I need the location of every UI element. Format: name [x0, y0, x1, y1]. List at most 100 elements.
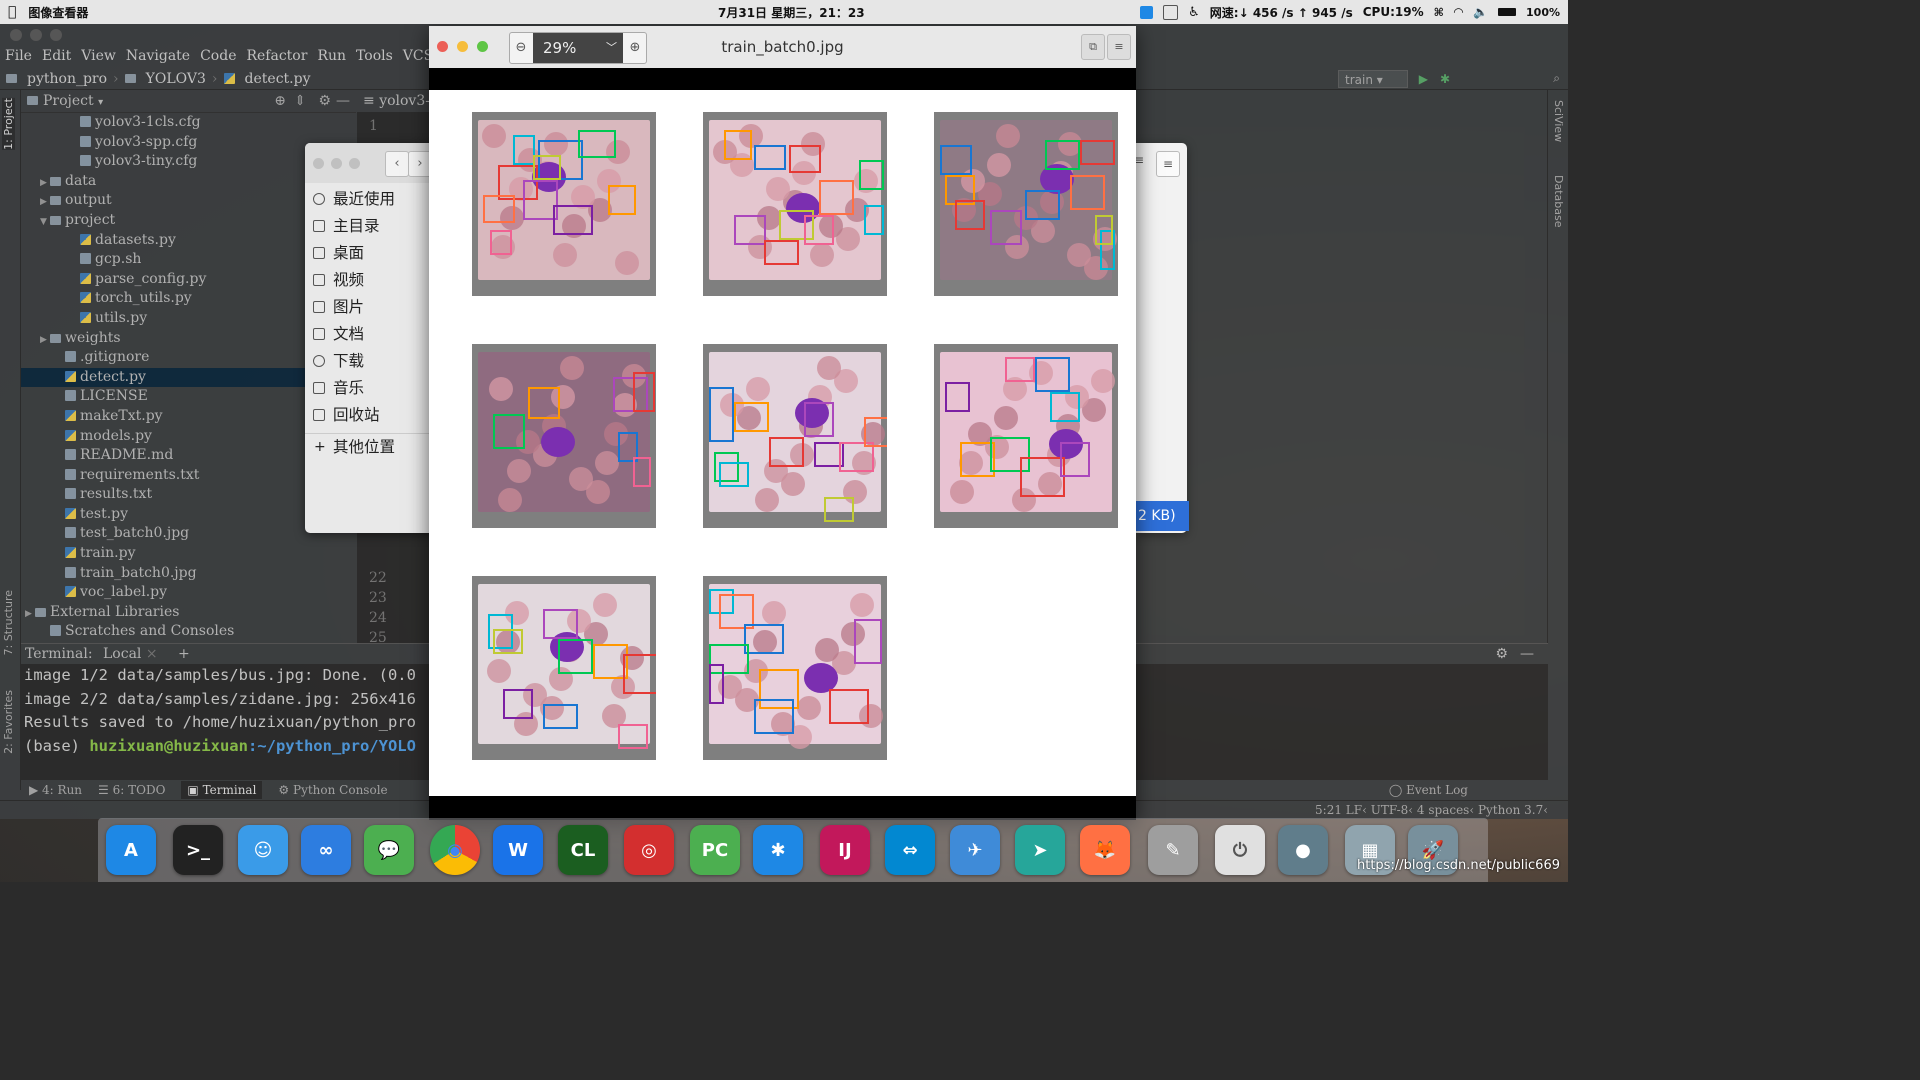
tool-tab-favorites[interactable]: 2: Favorites	[2, 690, 15, 754]
collapse-icon[interactable]: ⇕	[294, 90, 306, 112]
menu-edit[interactable]: Edit	[37, 46, 76, 68]
gear-icon[interactable]: ⚙	[1495, 644, 1508, 664]
terminal-icon[interactable]: >_	[173, 825, 223, 875]
tree-item[interactable]: train.py	[21, 544, 356, 564]
menu-run[interactable]: Run	[312, 46, 351, 68]
maximize-window-button[interactable]	[349, 158, 360, 169]
tool-tab-run[interactable]: ▶ 4: Run	[29, 783, 82, 797]
text-editor-icon[interactable]: ✎	[1148, 825, 1198, 875]
hide-panel-icon[interactable]: —	[1520, 644, 1534, 664]
clion-icon[interactable]: CL	[558, 825, 608, 875]
locate-icon[interactable]: ⊕	[274, 90, 286, 112]
tree-item[interactable]: train_batch0.jpg	[21, 564, 356, 584]
tool-tab-sciview[interactable]: SciView	[1552, 100, 1565, 142]
image-canvas[interactable]	[429, 68, 1136, 820]
zoom-level-select[interactable]: 29% ﹀	[533, 33, 623, 63]
tree-item[interactable]: Scratches and Consoles	[21, 622, 356, 642]
menu-icon[interactable]: ≡	[1107, 34, 1131, 60]
telegram-icon[interactable]: ➤	[1015, 825, 1065, 875]
place-item[interactable]: 回收站	[305, 402, 435, 429]
menu-refactor[interactable]: Refactor	[241, 46, 312, 68]
tree-item[interactable]: voc_label.py	[21, 583, 356, 603]
place-item[interactable]: 文档	[305, 321, 435, 348]
chrome-icon[interactable]: ◉	[430, 825, 480, 875]
tool-tab-todo[interactable]: ☰ 6: TODO	[98, 783, 165, 797]
firefox-icon[interactable]: 🦊	[1080, 825, 1130, 875]
search-icon[interactable]: ⌕	[1553, 71, 1560, 86]
tool-tab-database[interactable]: Database	[1552, 175, 1565, 228]
bluetooth-icon[interactable]	[1140, 5, 1154, 19]
baidu-netdisk-icon[interactable]: ∞	[301, 825, 351, 875]
other-locations[interactable]: + 其他位置	[305, 434, 435, 461]
hide-panel-icon[interactable]: —	[336, 90, 350, 112]
wechat-icon[interactable]: 💬	[364, 825, 414, 875]
place-item[interactable]: 主目录	[305, 213, 435, 240]
battery-icon[interactable]	[1498, 8, 1517, 16]
pycharm-icon[interactable]: PC	[690, 825, 740, 875]
menu-icon[interactable]: ≡	[1156, 151, 1180, 177]
teamviewer-icon[interactable]: ⇔	[885, 825, 935, 875]
tool-tab-structure[interactable]: 7: Structure	[2, 590, 15, 655]
feishu-icon[interactable]: ✈	[950, 825, 1000, 875]
status-info[interactable]: 5:21 LF‹ UTF-8‹ 4 spaces‹ Python 3.7‹	[1315, 803, 1548, 817]
zoom-in-icon[interactable]: ⊕	[624, 33, 646, 63]
place-item[interactable]: 下载	[305, 348, 435, 375]
tool-tab-python-console[interactable]: ⚙ Python Console	[278, 783, 387, 797]
netease-music-icon[interactable]: ◎	[624, 825, 674, 875]
place-item[interactable]: 桌面	[305, 240, 435, 267]
selected-file-size[interactable]: 2 KB)	[1136, 501, 1189, 531]
run-configuration-select[interactable]: train ▾	[1338, 70, 1408, 88]
maximize-window-button[interactable]	[50, 29, 62, 41]
clock[interactable]: 7月31日 星期三，21：23	[718, 4, 865, 21]
intellij-icon[interactable]: IJ	[820, 825, 870, 875]
volume-icon[interactable]: 🔈	[1473, 5, 1488, 19]
tree-item[interactable]: ▶ External Libraries	[21, 603, 356, 623]
breadcrumb-folder[interactable]: YOLOV3	[146, 71, 206, 87]
wps-icon[interactable]: W	[493, 825, 543, 875]
breadcrumb-file[interactable]: detect.py	[245, 71, 311, 87]
input-method-icon[interactable]: ⌘	[1434, 6, 1444, 19]
active-app-name[interactable]: 图像查看器	[28, 4, 88, 21]
tree-item[interactable]: yolov3-1cls.cfg	[21, 113, 356, 133]
avatar-icon[interactable]: ●	[1278, 825, 1328, 875]
place-item[interactable]: 视频	[305, 267, 435, 294]
close-window-button[interactable]	[437, 41, 448, 52]
menu-tools[interactable]: Tools	[351, 46, 398, 68]
minimize-window-button[interactable]	[30, 29, 42, 41]
zoom-out-icon[interactable]: ⊖	[510, 33, 532, 63]
shutdown-icon[interactable]: ⏻	[1215, 825, 1265, 875]
debug-icon[interactable]: ✱	[1440, 72, 1450, 86]
tool-tab-terminal[interactable]: ▣ Terminal	[181, 781, 263, 799]
breadcrumb-project[interactable]: python_pro	[27, 71, 107, 87]
gear-icon[interactable]: ⚙	[318, 90, 331, 112]
close-window-button[interactable]	[313, 158, 324, 169]
editor-tab[interactable]: ≡ yolov3-ti	[357, 90, 432, 112]
event-log[interactable]: ◯ Event Log	[1389, 783, 1468, 797]
menu-navigate[interactable]: Navigate	[121, 46, 195, 68]
maximize-window-button[interactable]	[477, 41, 488, 52]
app-store-icon[interactable]: A	[106, 825, 156, 875]
tool-tab-project[interactable]: 1: Project	[2, 98, 15, 150]
wifi-icon[interactable]: ◠	[1454, 5, 1463, 19]
keyboard-icon[interactable]	[1163, 4, 1179, 20]
blood-cell	[850, 593, 874, 617]
place-item[interactable]: 最近使用	[305, 186, 435, 213]
back-button[interactable]: ‹	[385, 151, 409, 177]
minimize-window-button[interactable]	[457, 41, 468, 52]
dingtalk-icon[interactable]: ✱	[753, 825, 803, 875]
menu-file[interactable]: File	[0, 46, 37, 68]
place-item[interactable]: 图片	[305, 294, 435, 321]
run-icon[interactable]: ▶	[1419, 72, 1428, 86]
place-item[interactable]: 音乐	[305, 375, 435, 402]
menu-code[interactable]: Code	[195, 46, 241, 68]
apple-icon[interactable]: 	[8, 4, 16, 20]
terminal-tab-local[interactable]: Local	[103, 646, 141, 662]
fullscreen-icon[interactable]: ⧉	[1081, 34, 1105, 60]
minimize-window-button[interactable]	[331, 158, 342, 169]
menu-view[interactable]: View	[76, 46, 121, 68]
project-view-select[interactable]: Project	[43, 93, 94, 109]
new-terminal-button[interactable]: +	[178, 646, 190, 662]
close-window-button[interactable]	[10, 29, 22, 41]
finder-icon[interactable]: ☺	[238, 825, 288, 875]
accessibility-icon[interactable]: ♿	[1188, 5, 1200, 20]
